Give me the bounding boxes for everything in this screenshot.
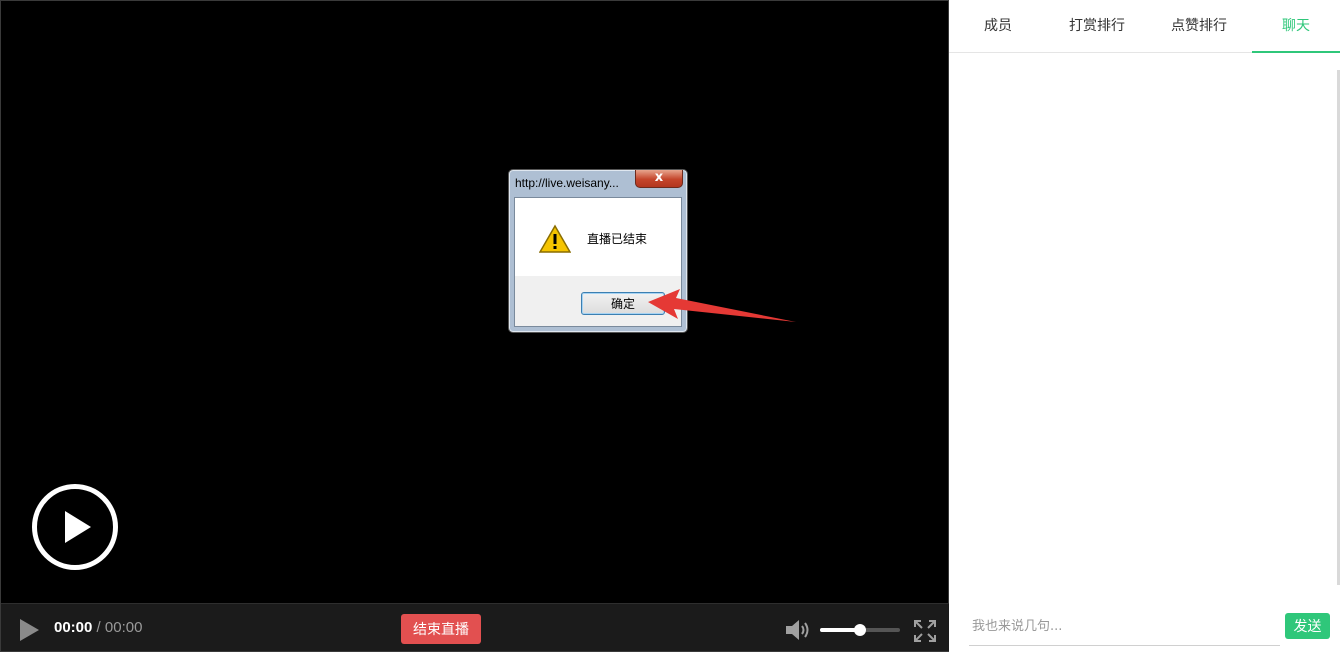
- send-button[interactable]: 发送: [1285, 613, 1330, 639]
- close-icon: x: [654, 170, 664, 185]
- video-player[interactable]: 00:00 / 00:00 结束直播: [0, 0, 950, 652]
- play-icon: [65, 511, 91, 543]
- chat-input-row: 发送: [949, 600, 1340, 652]
- time-display: 00:00 / 00:00: [54, 619, 142, 636]
- speaker-icon[interactable]: [784, 618, 812, 642]
- tab-like-ranking[interactable]: 点赞排行: [1150, 0, 1248, 53]
- dialog-title: http://live.weisany...: [515, 176, 619, 190]
- app-root: 00:00 / 00:00 结束直播 http://live.weisany..…: [0, 0, 1340, 652]
- player-controls: 00:00 / 00:00 结束直播: [1, 603, 950, 651]
- alert-dialog: http://live.weisany... x 直播已结束 确定: [508, 169, 688, 333]
- side-panel: 成员 打赏排行 点赞排行 聊天 发送: [949, 0, 1340, 652]
- fullscreen-icon[interactable]: [913, 619, 937, 643]
- volume-knob[interactable]: [854, 624, 866, 636]
- play-icon[interactable]: [17, 618, 41, 642]
- warning-icon: [539, 224, 571, 253]
- dialog-message-area: 直播已结束: [515, 198, 681, 276]
- current-time: 00:00: [54, 619, 93, 636]
- dialog-body: 直播已结束 确定: [514, 197, 682, 327]
- chat-messages: [949, 54, 1337, 599]
- tab-tip-ranking[interactable]: 打赏排行: [1048, 0, 1146, 53]
- time-separator: /: [96, 619, 101, 636]
- volume-slider[interactable]: [820, 624, 900, 636]
- dialog-message: 直播已结束: [587, 232, 648, 246]
- tab-chat[interactable]: 聊天: [1252, 0, 1340, 53]
- tab-members[interactable]: 成员: [949, 0, 1047, 53]
- ok-button[interactable]: 确定: [581, 292, 665, 315]
- duration: 00:00: [104, 619, 143, 636]
- tab-bar: 成员 打赏排行 点赞排行 聊天: [949, 0, 1340, 53]
- end-live-button[interactable]: 结束直播: [401, 614, 481, 644]
- dialog-close-button[interactable]: x: [635, 170, 683, 188]
- big-play-button[interactable]: [32, 484, 118, 570]
- chat-input[interactable]: [969, 608, 1280, 646]
